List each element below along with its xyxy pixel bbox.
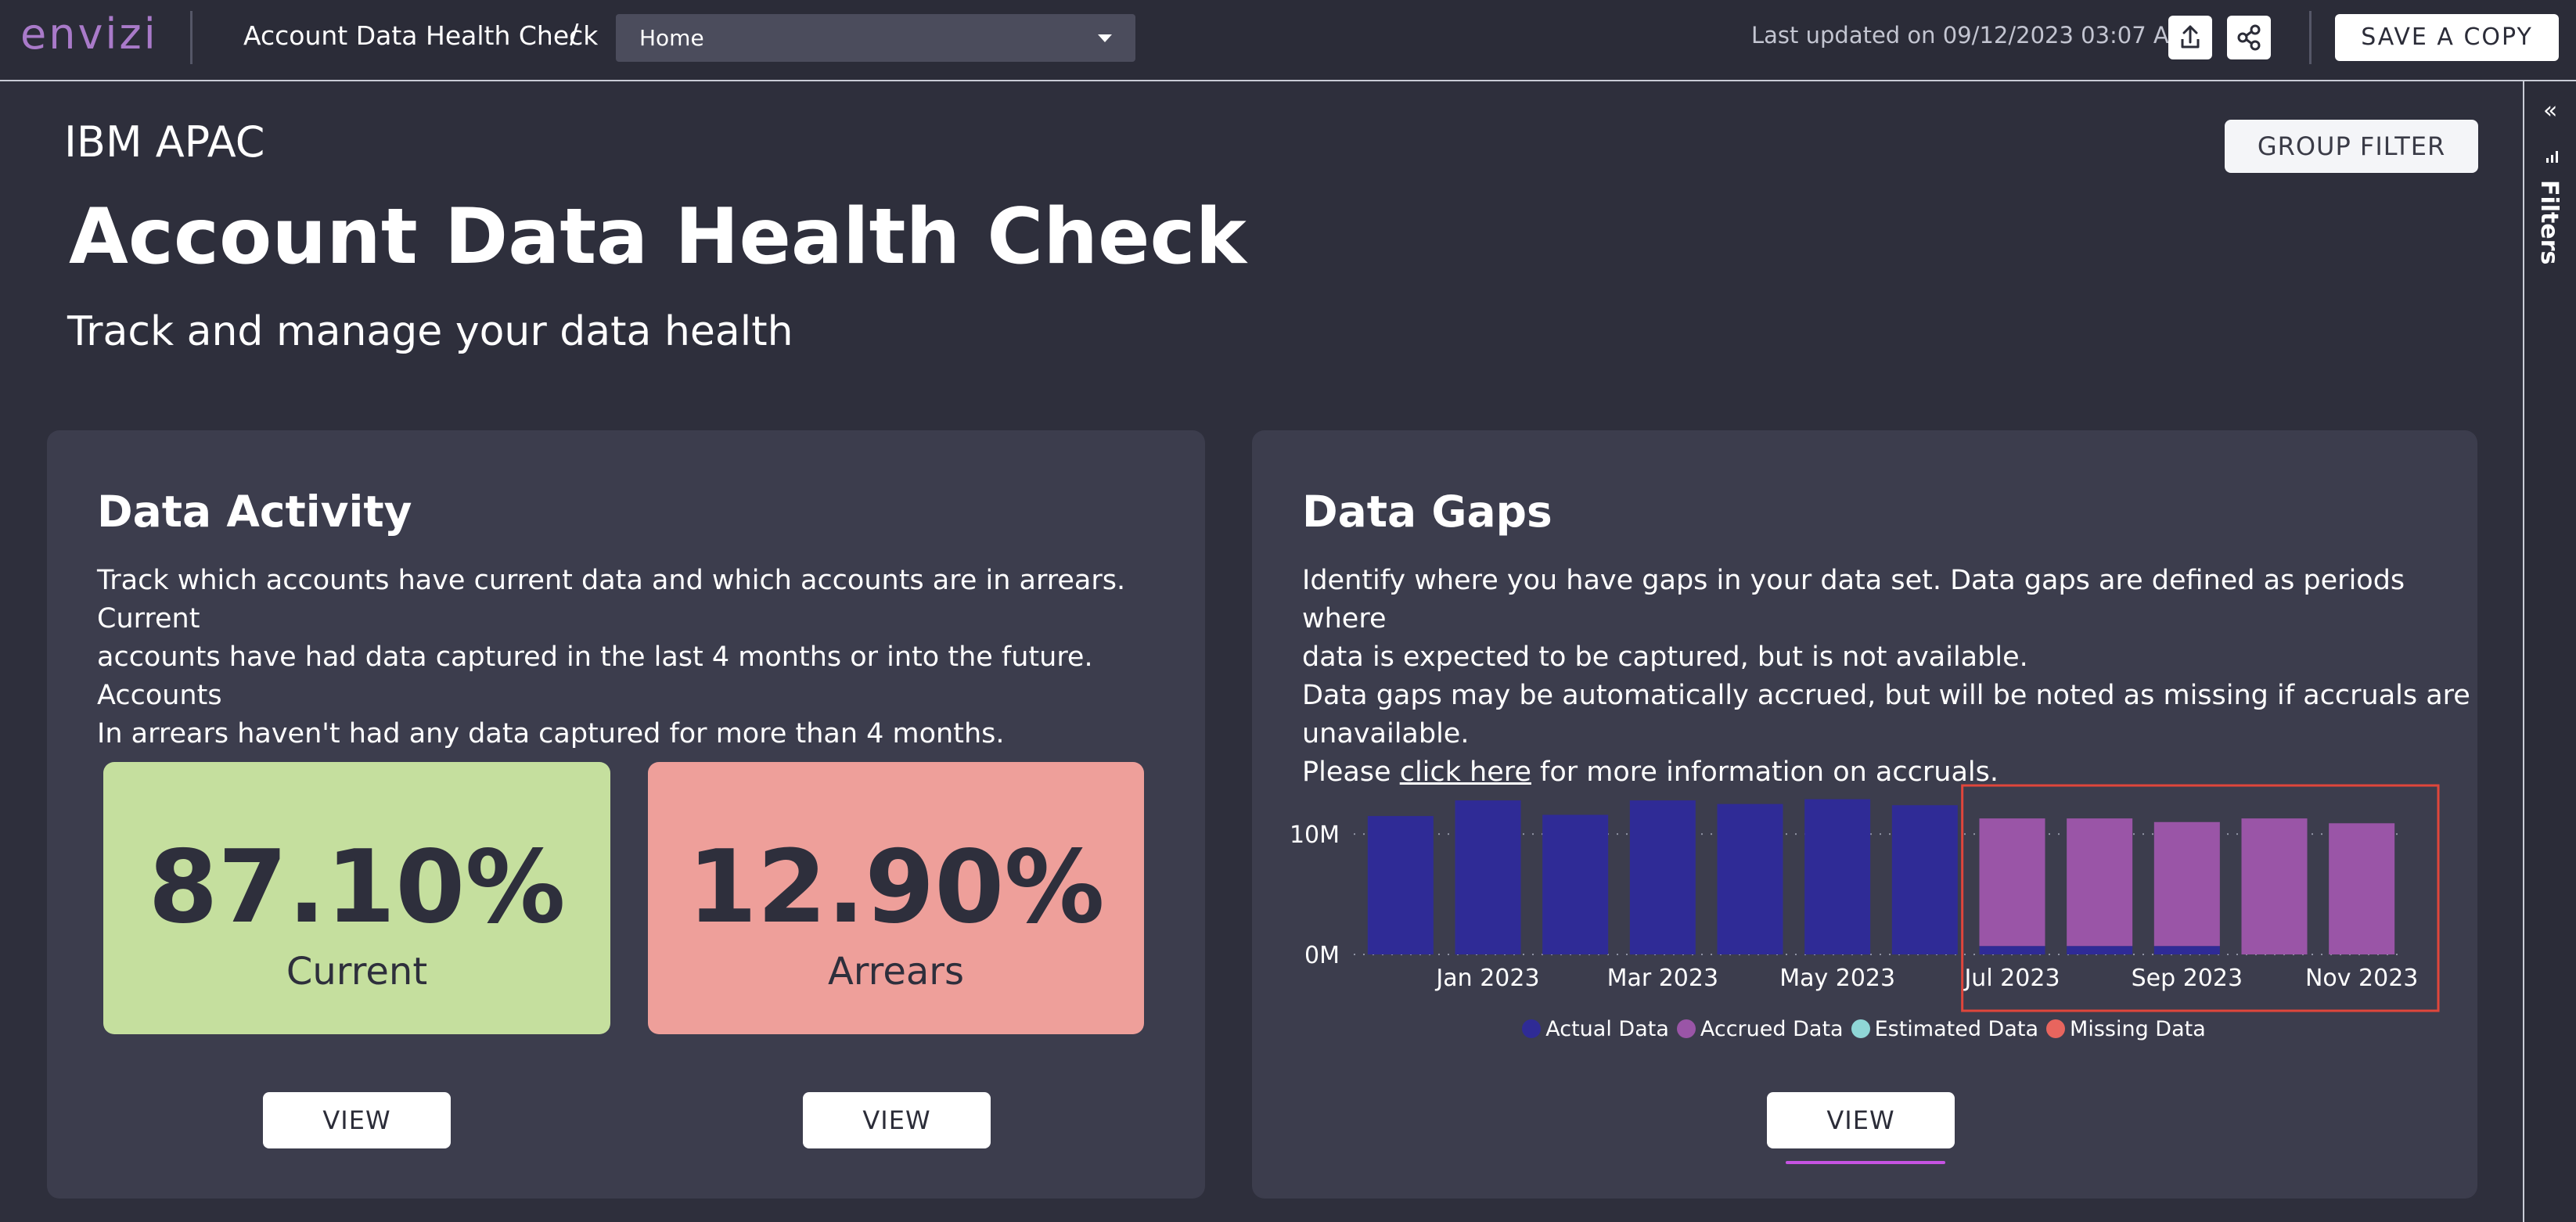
bar-accrued-data [2153,821,2220,947]
share-button[interactable] [2227,16,2271,59]
bar-accrued-data [2067,818,2133,947]
group-filter-button[interactable]: GROUP FILTER [2225,120,2478,173]
x-tick-label: Jul 2023 [1963,965,2060,992]
x-tick-label: Mar 2023 [1607,965,1719,992]
top-bar: envizi Account Data Health Check / Home … [0,0,2576,81]
x-tick-label: Jan 2023 [1434,965,1539,992]
bar-actual-data [2153,946,2220,954]
share-nodes-icon [2237,24,2261,51]
arrears-percentage: 12.90% [687,829,1105,946]
legend-swatch [1851,1019,1870,1038]
envizi-logo[interactable]: envizi [20,9,158,59]
x-tick-label: May 2023 [1779,965,1895,992]
save-a-copy-button[interactable]: SAVE A COPY [2335,14,2559,61]
legend-item[interactable]: Actual Data [1522,1017,1669,1041]
bar-actual-data [2067,946,2133,954]
focus-underline [1786,1161,1945,1164]
breadcrumb-report[interactable]: Account Data Health Check [243,20,598,51]
current-percentage: 87.10% [148,829,566,946]
bar-actual-data [1979,946,2045,954]
bar-accrued-data [2241,818,2308,954]
bar-actual-data [1804,799,1871,954]
data-gaps-chart[interactable]: 0M 10M Jan 2023 Mar 2023 May 2023 Jul 2023 Sep… [1252,430,2477,1025]
page-dropdown-value: Home [639,25,704,51]
filters-label[interactable]: Filters [2535,180,2563,264]
legend-item[interactable]: Missing Data [2046,1017,2206,1041]
data-activity-card: Data Activity Track which accounts have … [47,430,1205,1199]
legend-swatch [2046,1019,2066,1038]
bar-actual-data [1717,803,1783,954]
bar-accrued-data [1979,818,2045,947]
description-line: In arrears haven't had any data captured… [97,718,1005,749]
bar-actual-data [1891,805,1958,954]
chart-legend: Actual Data Accrued Data Estimated Data Mis… [1252,1017,2477,1041]
bar-actual-data [1629,800,1696,954]
bar-actual-data [1367,816,1434,954]
description-line: accounts have had data captured in the l… [97,642,1093,711]
view-arrears-button[interactable]: VIEW [803,1092,991,1148]
legend-swatch [1522,1019,1542,1038]
card-title: Data Activity [97,487,412,537]
export-button[interactable] [2168,16,2212,59]
legend-item[interactable]: Estimated Data [1851,1017,2038,1041]
x-tick-label: Sep 2023 [2132,965,2243,992]
breadcrumb-separator: / [570,19,579,50]
divider [2309,11,2312,64]
y-tick-label: 10M [1290,821,1340,849]
upload-icon [2181,25,2200,49]
card-description: Track which accounts have current data a… [97,562,1205,753]
current-kpi-tile: 87.10% Current [103,762,610,1034]
legend-label: Estimated Data [1874,1017,2039,1041]
page-subtitle: Track and manage your data health [67,308,793,355]
x-tick-label: Nov 2023 [2305,965,2418,992]
bar-accrued-data [2329,823,2395,954]
legend-label: Accrued Data [1700,1017,1844,1041]
collapse-chevron-icon[interactable]: « [2543,97,2557,124]
y-tick-label: 0M [1304,942,1340,969]
current-label: Current [286,950,428,994]
data-gaps-card: Data Gaps Identify where you have gaps i… [1252,430,2477,1199]
filter-bars-icon [2546,151,2558,163]
divider [190,11,192,64]
filters-pane[interactable]: « Filters [2523,81,2576,1222]
bar-actual-data [1455,800,1521,954]
legend-label: Actual Data [1545,1017,1669,1041]
page-dropdown[interactable]: Home [616,14,1135,62]
legend-label: Missing Data [2070,1017,2206,1041]
view-current-button[interactable]: VIEW [263,1092,451,1148]
organization-name: IBM APAC [64,117,265,167]
arrears-label: Arrears [827,950,965,994]
description-line: Track which accounts have current data a… [97,565,1126,634]
page-title: Account Data Health Check [69,192,1247,282]
last-updated-text: Last updated on 09/12/2023 03:07 AM [1751,22,2189,49]
legend-swatch [1676,1019,1696,1038]
arrears-kpi-tile: 12.90% Arrears [648,762,1144,1034]
legend-item[interactable]: Accrued Data [1676,1017,1844,1041]
view-data-gaps-button[interactable]: VIEW [1767,1092,1955,1148]
bar-actual-data [1542,814,1609,954]
caret-down-icon [1098,34,1112,42]
